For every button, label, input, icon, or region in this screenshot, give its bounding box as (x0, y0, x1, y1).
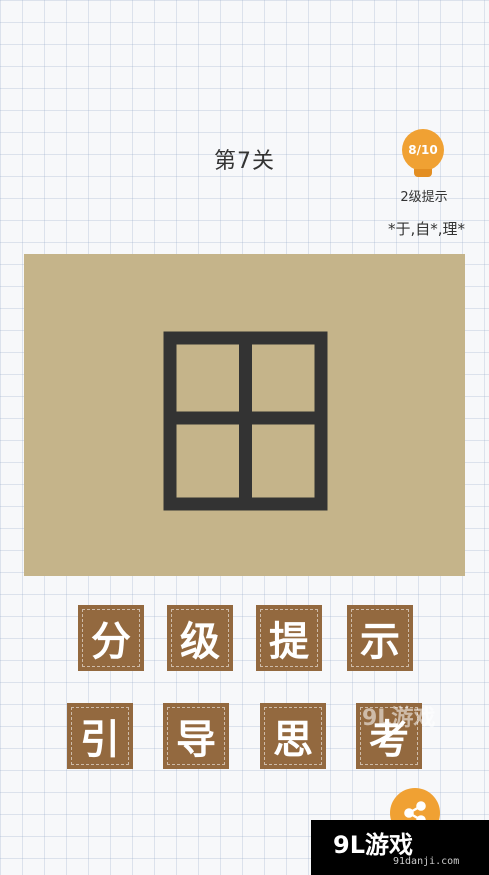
tile-6[interactable]: 导 (163, 703, 229, 769)
watermark-overlay: 9L游戏 (362, 706, 436, 731)
tile-5[interactable]: 引 (67, 703, 133, 769)
hint-counter: 8/10 (408, 143, 438, 157)
bulb-base (414, 169, 432, 177)
tile-3[interactable]: 提 (256, 605, 322, 671)
watermark-url: 91danji.com (393, 856, 460, 867)
tile-1[interactable]: 分 (78, 605, 144, 671)
hint-bulb-button[interactable]: 8/10 (400, 127, 448, 187)
tile-4[interactable]: 示 (347, 605, 413, 671)
puzzle-image (24, 254, 465, 576)
field-grid-glyph (163, 331, 328, 511)
watermark-logo: 9L游戏 (333, 831, 413, 859)
watermark-bar: 9L游戏 91danji.com (311, 820, 489, 875)
tile-7[interactable]: 思 (260, 703, 326, 769)
hint-level-label: 2级提示 (400, 190, 448, 205)
tile-2[interactable]: 级 (167, 605, 233, 671)
lightbulb-icon: 8/10 (402, 129, 444, 171)
hint-text: *于,自*,理* (387, 220, 465, 238)
